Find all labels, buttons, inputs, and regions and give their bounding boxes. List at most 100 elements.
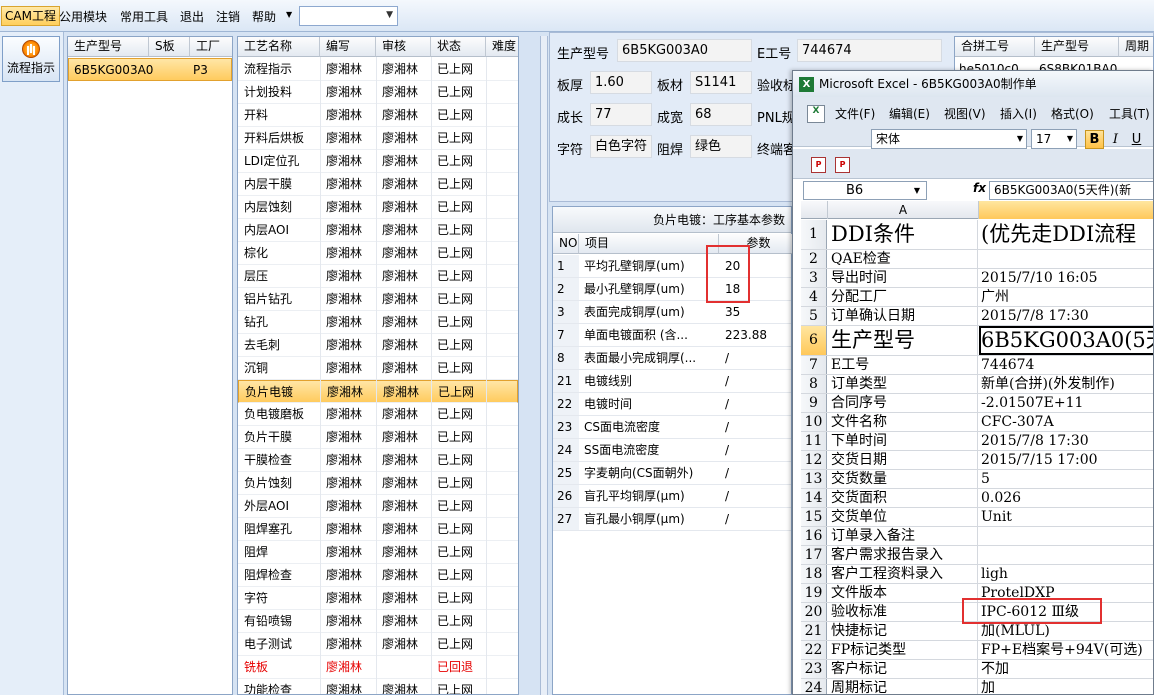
row-header[interactable]: 20	[801, 603, 827, 621]
excel-menu-insert[interactable]: 插入(I)	[1000, 105, 1037, 122]
cell-a[interactable]: QAE检查	[828, 250, 978, 268]
pdf-export-icon[interactable]: P	[835, 157, 850, 173]
table-row[interactable]: 流程指示 廖湘林 廖湘林 已上网	[238, 58, 518, 81]
function-icon[interactable]: fx	[973, 181, 986, 195]
row-header[interactable]: 16	[801, 527, 827, 545]
menu-common-module[interactable]: 公用模块	[59, 8, 107, 25]
table-row[interactable]: 23 CS面电流密度 /	[553, 416, 791, 439]
table-row[interactable]: 1 平均孔壁铜厚(um) 20	[553, 255, 791, 278]
col-header-item[interactable]: 项目	[579, 234, 719, 254]
cell-a[interactable]: 合同序号	[828, 394, 978, 412]
select-all-corner[interactable]	[801, 201, 828, 219]
cell-b[interactable]: 2015/7/8 17:30	[979, 307, 1153, 325]
row-header[interactable]: 4	[801, 288, 827, 306]
cell-a[interactable]: FP标记类型	[828, 641, 978, 659]
table-row[interactable]: 内层干膜 廖湘林 廖湘林 已上网	[238, 173, 518, 196]
table-row[interactable]: 钻孔 廖湘林 廖湘林 已上网	[238, 311, 518, 334]
table-row[interactable]: 外层AOI 廖湘林 廖湘林 已上网	[238, 495, 518, 518]
table-row[interactable]: 棕化 廖湘林 廖湘林 已上网	[238, 242, 518, 265]
row-header[interactable]: 17	[801, 546, 827, 564]
cell-b[interactable]: 广州	[979, 288, 1153, 306]
col-header-s[interactable]: S板	[149, 37, 190, 57]
cell-b[interactable]: FP+E档案号+94V(可选)	[979, 641, 1153, 659]
row-header[interactable]: 10	[801, 413, 827, 431]
menu-combo-box[interactable]: ▼	[299, 6, 398, 26]
table-row[interactable]: 电子测试 廖湘林 廖湘林 已上网	[238, 633, 518, 656]
table-row[interactable]: 24 SS面电流密度 /	[553, 439, 791, 462]
width-field[interactable]: 68	[690, 103, 752, 126]
cell-a[interactable]: DDI条件	[828, 220, 978, 249]
cell-b[interactable]: 2015/7/10 16:05	[979, 269, 1153, 287]
eno-field[interactable]: 744674	[797, 39, 942, 62]
dropdown-arrow-icon[interactable]: ▼	[286, 10, 292, 19]
table-row[interactable]: 2 最小孔壁铜厚(um) 18	[553, 278, 791, 301]
cell-b[interactable]: -2.01507E+11	[979, 394, 1153, 412]
column-header-a[interactable]: A	[828, 201, 979, 219]
cell-a[interactable]: 验收标准	[828, 603, 978, 621]
table-row[interactable]: LDI定位孔 廖湘林 廖湘林 已上网	[238, 150, 518, 173]
table-row[interactable]: 阻焊 廖湘林 廖湘林 已上网	[238, 541, 518, 564]
model-field[interactable]: 6B5KG003A0	[617, 39, 752, 62]
table-row[interactable]: 负片蚀刻 廖湘林 廖湘林 已上网	[238, 472, 518, 495]
cell-a[interactable]: 订单录入备注	[828, 527, 978, 545]
cell-a[interactable]: 导出时间	[828, 269, 978, 287]
cell-b[interactable]: 不加	[979, 660, 1153, 678]
table-row[interactable]: 开料后烘板 廖湘林 廖湘林 已上网	[238, 127, 518, 150]
cell-b[interactable]: ProtelDXP	[979, 584, 1153, 602]
cell-a[interactable]: 客户需求报告录入	[828, 546, 978, 564]
col-header-model[interactable]: 生产型号	[1035, 37, 1119, 57]
cell-a[interactable]: 交货单位	[828, 508, 978, 526]
table-row[interactable]: 阻焊塞孔 廖湘林 廖湘林 已上网	[238, 518, 518, 541]
cell-b[interactable]: 0.026	[979, 489, 1153, 507]
col-header-factory[interactable]: 工厂	[190, 37, 232, 57]
row-header[interactable]: 18	[801, 565, 827, 583]
cell-b[interactable]: CFC-307A	[979, 413, 1153, 431]
underline-button[interactable]: U	[1127, 130, 1146, 149]
table-row[interactable]: 负电镀磨板 廖湘林 廖湘林 已上网	[238, 403, 518, 426]
row-header[interactable]: 14	[801, 489, 827, 507]
table-row[interactable]: 沉铜 廖湘林 廖湘林 已上网	[238, 357, 518, 380]
table-row[interactable]: 22 电镀时间 /	[553, 393, 791, 416]
col-header-param[interactable]: 参数	[719, 234, 793, 254]
table-row[interactable]: 内层蚀刻 廖湘林 廖湘林 已上网	[238, 196, 518, 219]
pdf-icon[interactable]: P	[811, 157, 826, 173]
column-header-b[interactable]	[979, 201, 1153, 219]
row-header[interactable]: 1	[801, 220, 827, 249]
cell-b[interactable]	[979, 527, 1153, 545]
menu-exit[interactable]: 退出	[180, 8, 204, 25]
cell-a[interactable]: 客户工程资料录入	[828, 565, 978, 583]
cell-b[interactable]: 2015/7/15 17:00	[979, 451, 1153, 469]
row-header[interactable]: 21	[801, 622, 827, 640]
table-row[interactable]: 干膜检查 廖湘林 廖湘林 已上网	[238, 449, 518, 472]
length-field[interactable]: 77	[590, 103, 652, 126]
col-header-status[interactable]: 状态	[431, 37, 486, 57]
table-row[interactable]: 有铅喷锡 廖湘林 廖湘林 已上网	[238, 610, 518, 633]
menu-logout[interactable]: 注销	[216, 8, 240, 25]
table-row[interactable]: 21 电镀线别 /	[553, 370, 791, 393]
flow-indicator-button[interactable]: 流程指示	[2, 36, 60, 82]
formula-bar[interactable]: 6B5KG003A0(5天件)(新	[989, 181, 1153, 200]
row-header[interactable]: 19	[801, 584, 827, 602]
excel-menu-tools[interactable]: 工具(T)	[1109, 105, 1150, 122]
cell-b[interactable]	[979, 250, 1153, 268]
col-header-cycle[interactable]: 周期	[1119, 37, 1153, 57]
row-header[interactable]: 7	[801, 356, 827, 374]
excel-menu-edit[interactable]: 编辑(E)	[889, 105, 930, 122]
workbook-icon[interactable]: X	[807, 105, 825, 123]
thickness-field[interactable]: 1.60	[590, 71, 652, 94]
row-header[interactable]: 15	[801, 508, 827, 526]
col-header-model[interactable]: 生产型号	[68, 37, 149, 57]
cell-a[interactable]: E工号	[828, 356, 978, 374]
col-header-reviewer[interactable]: 审核	[376, 37, 431, 57]
table-row[interactable]: 27 盲孔最小铜厚(μm) /	[553, 508, 791, 531]
material-field[interactable]: S1141	[690, 71, 752, 94]
name-box[interactable]: B6 ▼	[803, 181, 927, 200]
excel-menu-file[interactable]: 文件(F)	[835, 105, 875, 122]
table-row[interactable]: 字符 廖湘林 廖湘林 已上网	[238, 587, 518, 610]
table-row[interactable]: 铝片钻孔 廖湘林 廖湘林 已上网	[238, 288, 518, 311]
row-header[interactable]: 9	[801, 394, 827, 412]
table-row[interactable]: 铣板 廖湘林 已回退	[238, 656, 518, 679]
cell-a[interactable]: 分配工厂	[828, 288, 978, 306]
row-header[interactable]: 24	[801, 679, 827, 694]
cell-a[interactable]: 订单确认日期	[828, 307, 978, 325]
